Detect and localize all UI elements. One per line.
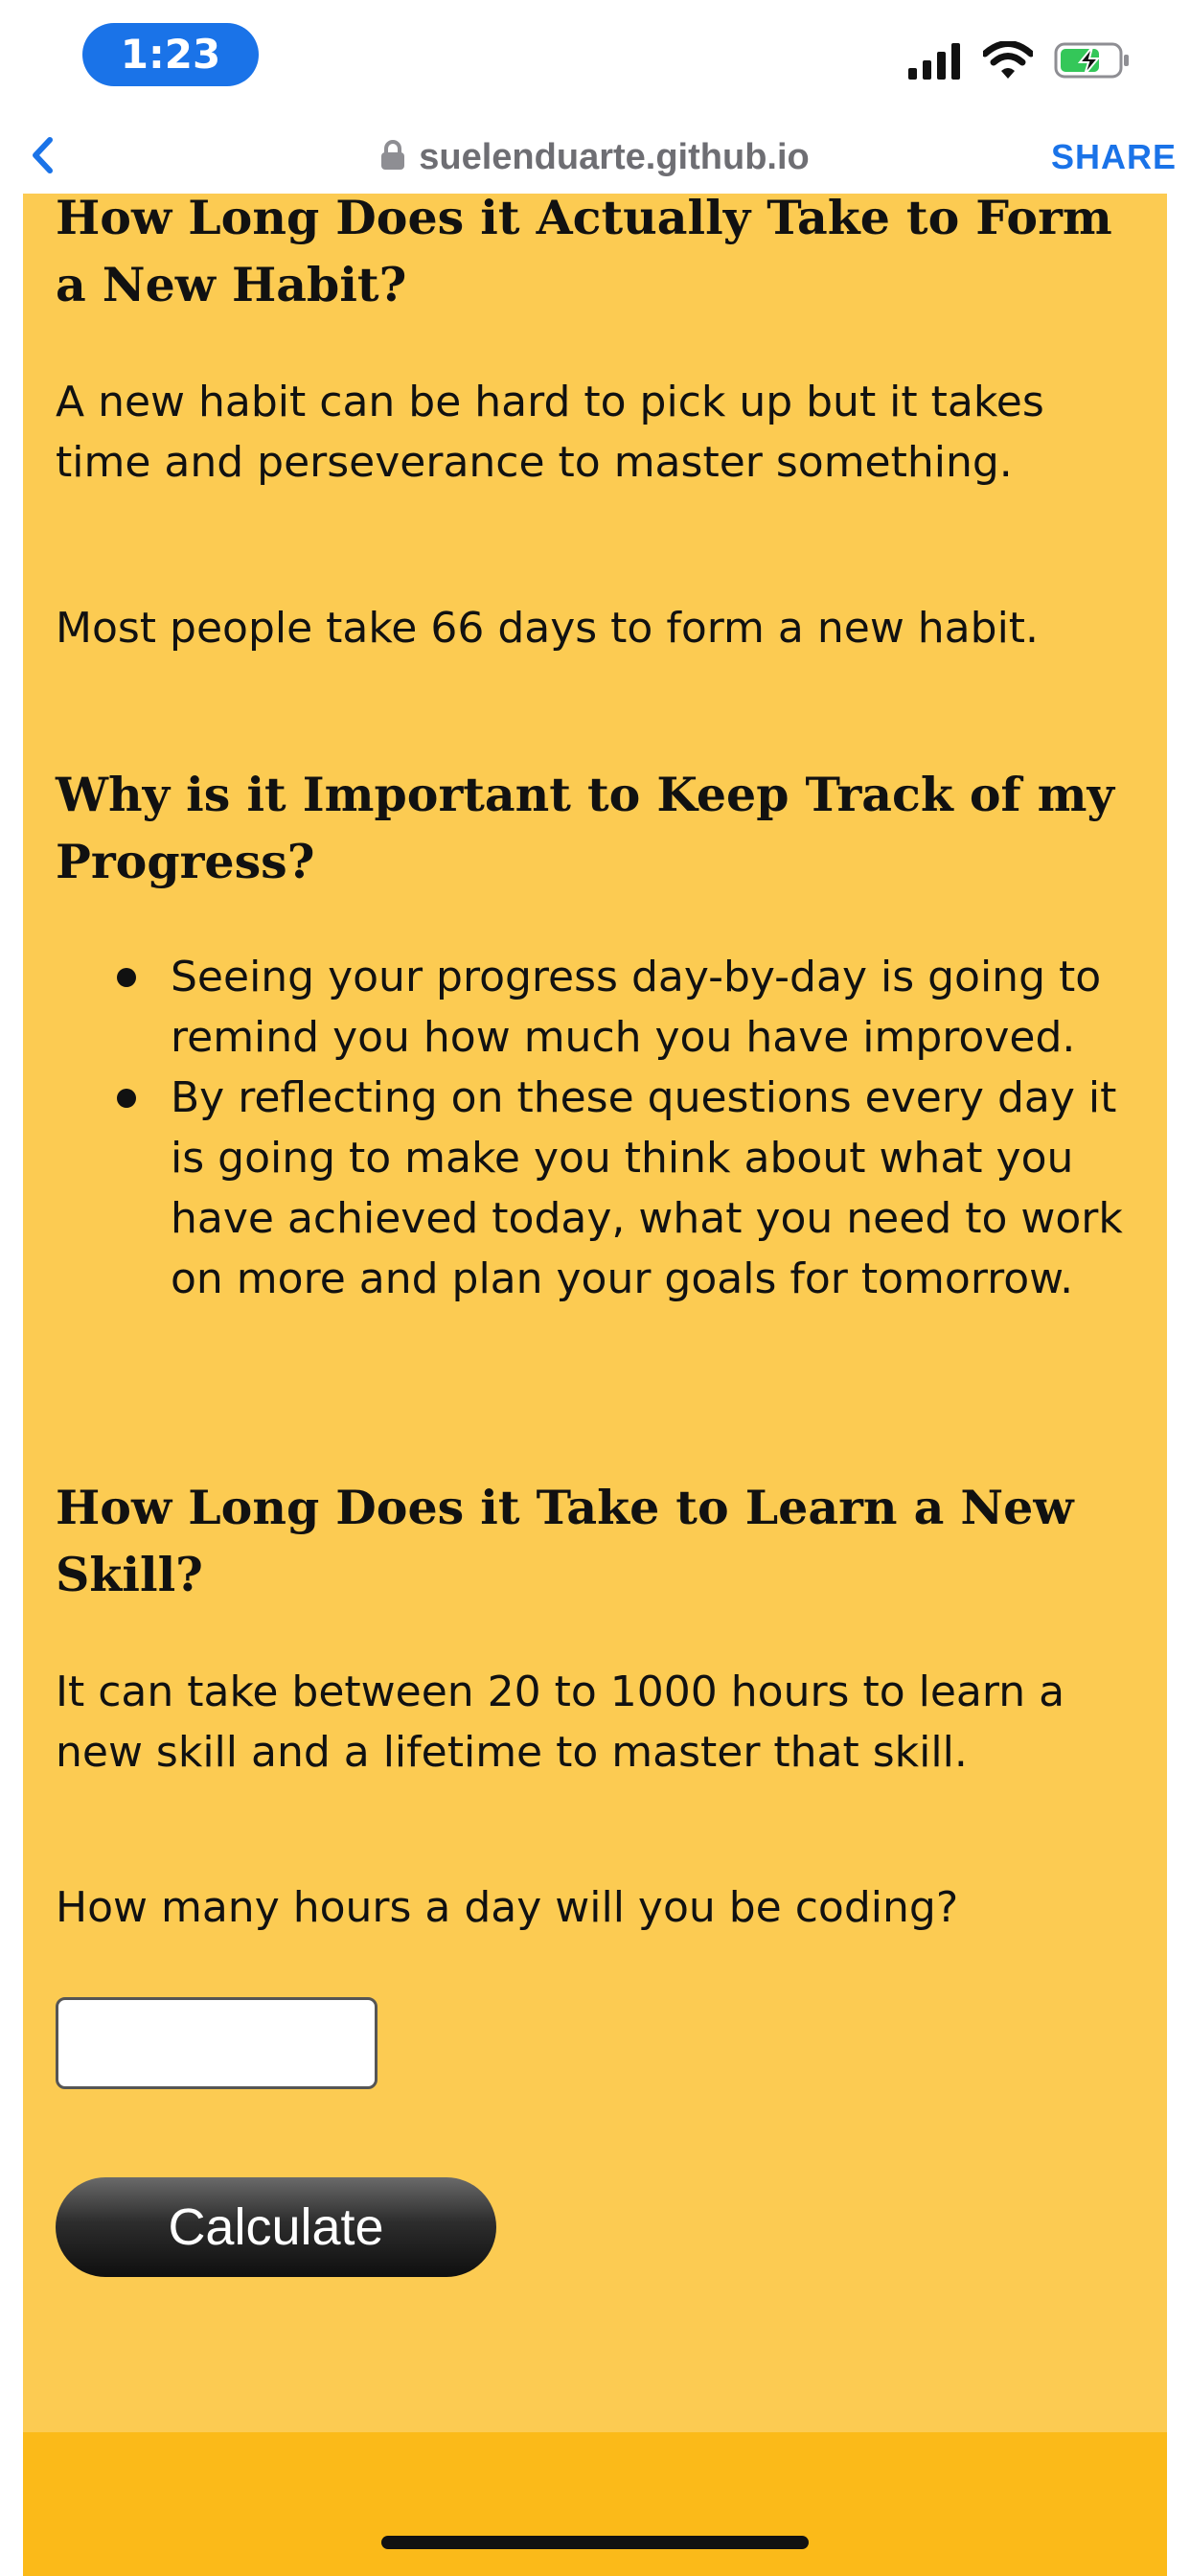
list-item: By reflecting on these questions every d… — [56, 1068, 1148, 1309]
share-button[interactable]: SHARE — [1051, 121, 1177, 194]
wifi-icon — [981, 40, 1035, 84]
status-icons — [908, 40, 1131, 84]
habit-paragraph: A new habit can be hard to pick up but i… — [56, 378, 1044, 487]
skill-paragraph: It can take between 20 to 1000 hours to … — [56, 1668, 1065, 1777]
bullet-icon — [117, 968, 136, 987]
habit-days-paragraph: Most people take 66 days to form a new h… — [56, 604, 1040, 653]
list-item-text: Seeing your progress day-by-day is going… — [171, 953, 1102, 1062]
bullet-icon — [117, 1089, 136, 1108]
hours-question-label: How many hours a day will you be coding? — [56, 1883, 959, 1932]
browser-address-bar: suelenduarte.github.io SHARE — [0, 121, 1190, 194]
page-content: How Long Does it Actually Take to Form a… — [23, 194, 1167, 2576]
signal-bars-icon — [908, 43, 962, 84]
home-indicator[interactable] — [381, 2536, 809, 2549]
habit-heading: How Long Does it Actually Take to Form a… — [56, 194, 1112, 312]
status-time: 1:23 — [82, 23, 259, 86]
phone-screen: 1:23 suelenduarte.github.io SHARE How Lo… — [0, 0, 1190, 2576]
lock-icon — [380, 139, 405, 175]
list-item: Seeing your progress day-by-day is going… — [56, 947, 1148, 1068]
url-field[interactable]: suelenduarte.github.io — [0, 121, 1190, 194]
url-text: suelenduarte.github.io — [419, 136, 810, 177]
page-footer — [23, 2432, 1167, 2576]
skill-heading: How Long Does it Take to Learn a New Ski… — [56, 1480, 1074, 1602]
status-bar: 1:23 — [0, 0, 1190, 115]
hours-input[interactable] — [56, 1997, 378, 2089]
progress-list: Seeing your progress day-by-day is going… — [56, 947, 1148, 1309]
calculate-button[interactable]: Calculate — [56, 2177, 496, 2277]
progress-heading: Why is it Important to Keep Track of my … — [56, 767, 1114, 889]
list-item-text: By reflecting on these questions every d… — [171, 1073, 1123, 1303]
battery-charging-icon — [1054, 41, 1131, 84]
